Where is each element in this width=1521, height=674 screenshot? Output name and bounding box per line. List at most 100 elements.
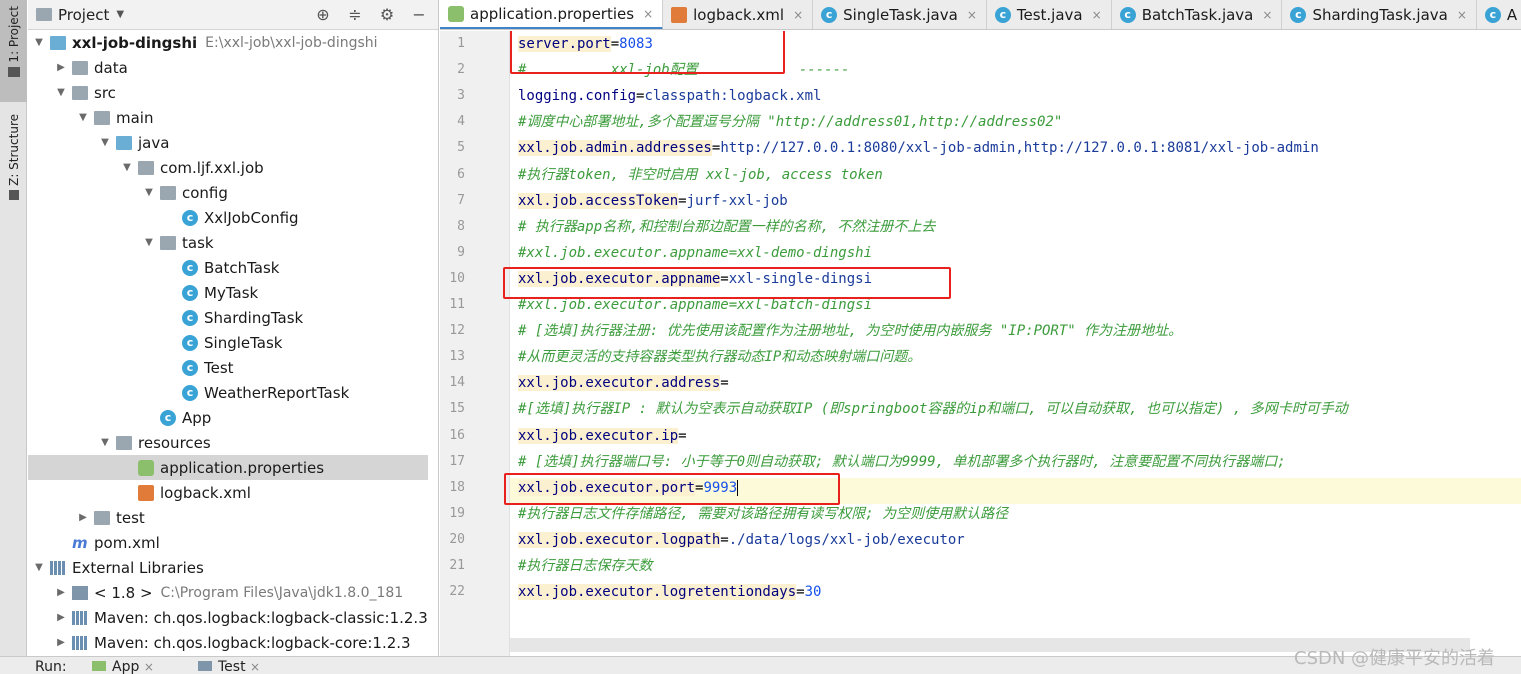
- code-line[interactable]: xxl.job.executor.address=: [518, 370, 729, 396]
- close-icon[interactable]: ×: [793, 8, 803, 22]
- close-icon[interactable]: ×: [967, 8, 977, 22]
- editor-tab-label: logback.xml: [693, 6, 785, 24]
- tree-item[interactable]: c BatchTask: [28, 255, 428, 280]
- structure-tool-tab-label: Z: Structure: [6, 114, 21, 186]
- class-icon: c: [182, 309, 198, 326]
- close-icon[interactable]: ×: [144, 660, 154, 674]
- run-tab-test[interactable]: Test ×: [198, 659, 260, 674]
- code-line[interactable]: logging.config=classpath:logback.xml: [518, 83, 821, 109]
- project-tool-tab-label: 1: Project: [6, 6, 21, 63]
- tree-item[interactable]: ▼ com.ljf.xxl.job: [28, 155, 428, 180]
- properties-file-icon: [448, 5, 464, 22]
- tree-item[interactable]: ▶ test: [28, 505, 428, 530]
- code-line[interactable]: xxl.job.executor.logretentiondays=30: [518, 579, 821, 605]
- close-icon[interactable]: ×: [643, 7, 653, 21]
- line-number: 12: [449, 323, 465, 338]
- tree-item[interactable]: ▼ resources: [28, 430, 428, 455]
- chevron-down-icon[interactable]: ▼: [142, 237, 156, 248]
- tree-item[interactable]: application.properties: [28, 455, 428, 480]
- locate-icon[interactable]: ⊕: [314, 5, 332, 24]
- code-line[interactable]: #从而更灵活的支持容器类型执行器动态IP和动态映射端口问题。: [518, 344, 921, 370]
- chevron-down-icon[interactable]: ▼: [120, 162, 134, 173]
- tree-item[interactable]: c Test: [28, 355, 428, 380]
- code-line[interactable]: #xxl.job.executor.appname=xxl-demo-dings…: [518, 240, 872, 266]
- tree-item[interactable]: m pom.xml: [28, 530, 428, 555]
- tree-item[interactable]: ▼ External Libraries: [28, 555, 428, 580]
- tree-item[interactable]: c WeatherReportTask: [28, 380, 428, 405]
- code-line[interactable]: # 执行器app名称,和控制台那边配置一样的名称, 不然注册不上去: [518, 214, 935, 240]
- xml-file-icon: [138, 484, 154, 501]
- line-number: 7: [457, 193, 465, 208]
- code-line[interactable]: #执行器日志保存天数: [518, 553, 652, 579]
- collapse-all-icon[interactable]: ≑: [346, 5, 364, 24]
- chevron-down-icon[interactable]: ▼: [54, 87, 68, 98]
- chevron-down-icon[interactable]: ▼: [98, 437, 112, 448]
- close-icon[interactable]: ×: [250, 660, 260, 674]
- tree-item[interactable]: ▼ src: [28, 80, 428, 105]
- tree-item[interactable]: ▼ main: [28, 105, 428, 130]
- structure-tool-tab[interactable]: Z: Structure: [0, 110, 27, 210]
- class-icon: c: [182, 284, 198, 301]
- code-line[interactable]: xxl.job.executor.ip=: [518, 423, 687, 449]
- editor-tab[interactable]: c SingleTask.java ×: [813, 0, 987, 29]
- jdk-icon: [72, 585, 88, 600]
- tree-item[interactable]: logback.xml: [28, 480, 428, 505]
- tree-item[interactable]: ▼ task: [28, 230, 428, 255]
- code-editor[interactable]: 1 2 3 4 5 6 7 8 9 10 11 12 13 14 15 16 17 18 19 20 21 22 serv…: [440, 31, 1521, 656]
- chevron-down-icon[interactable]: ▼: [76, 112, 90, 123]
- line-number: 1: [457, 36, 465, 51]
- tree-item[interactable]: ▶ data: [28, 55, 428, 80]
- editor-tab[interactable]: cA: [1477, 0, 1521, 29]
- editor-tab[interactable]: c Test.java ×: [987, 0, 1112, 29]
- project-tool-tab[interactable]: 1: Project: [0, 0, 27, 102]
- close-icon[interactable]: ×: [1457, 8, 1467, 22]
- tree-item[interactable]: ▼ xxl-job-dingshi E:\xxl-job\xxl-job-dings…: [28, 30, 428, 55]
- chevron-down-icon[interactable]: ▼: [32, 562, 46, 573]
- code-line[interactable]: #调度中心部署地址,多个配置逗号分隔 "http://address01,htt…: [518, 109, 1062, 135]
- run-tab-app[interactable]: App ×: [92, 659, 154, 674]
- code-line[interactable]: # [选填]执行器注册: 优先使用该配置作为注册地址, 为空时使用内嵌服务 "I…: [518, 318, 1182, 344]
- watermark: CSDN @健康平安的活着: [1294, 648, 1496, 669]
- code-line[interactable]: #[选填]执行器IP : 默认为空表示自动获取IP (即springboot容器…: [518, 396, 1348, 422]
- folder-icon: [94, 110, 110, 125]
- code-line[interactable]: xxl.job.executor.logpath=./data/logs/xxl…: [518, 527, 965, 553]
- chevron-right-icon[interactable]: ▶: [54, 62, 68, 73]
- code-line[interactable]: # [选填]执行器端口号: 小于等于0则自动获取; 默认端口为9999, 单机部…: [518, 449, 1286, 475]
- project-panel-title[interactable]: Project: [58, 6, 109, 24]
- chevron-right-icon[interactable]: ▶: [54, 587, 68, 598]
- tree-item[interactable]: c App: [28, 405, 428, 430]
- hide-icon[interactable]: −: [410, 5, 428, 24]
- tree-item[interactable]: ▶ Maven: ch.qos.logback:logback-classic:1…: [28, 605, 428, 630]
- gear-icon[interactable]: ⚙: [378, 5, 396, 24]
- chevron-right-icon[interactable]: ▶: [76, 512, 90, 523]
- chevron-down-icon[interactable]: ▼: [98, 137, 112, 148]
- property-key: logging.config: [518, 88, 637, 104]
- package-icon: [160, 235, 176, 250]
- chevron-down-icon[interactable]: ▼: [116, 9, 124, 20]
- editor-tab[interactable]: application.properties ×: [440, 0, 664, 29]
- code-line[interactable]: xxl.job.admin.addresses=http://127.0.0.1…: [518, 135, 1319, 161]
- chevron-down-icon[interactable]: ▼: [32, 37, 46, 48]
- tree-item[interactable]: c MyTask: [28, 280, 428, 305]
- code-line[interactable]: #执行器token, 非空时启用 xxl-job, access token: [518, 162, 883, 188]
- tree-item[interactable]: ▶ < 1.8 > C:\Program Files\Java\jdk1.8.0_1…: [28, 580, 428, 605]
- property-separator: =: [678, 428, 687, 444]
- close-icon[interactable]: ×: [1092, 8, 1102, 22]
- tree-item[interactable]: c XxlJobConfig: [28, 205, 428, 230]
- close-icon[interactable]: ×: [1262, 8, 1272, 22]
- line-number: 15: [449, 401, 465, 416]
- editor-tab[interactable]: c ShardingTask.java ×: [1282, 0, 1477, 29]
- editor-tab[interactable]: c BatchTask.java ×: [1112, 0, 1283, 29]
- editor-tab[interactable]: logback.xml ×: [663, 0, 814, 29]
- code-line[interactable]: xxl.job.accessToken=jurf-xxl-job: [518, 188, 788, 214]
- chevron-right-icon[interactable]: ▶: [54, 612, 68, 623]
- tree-item[interactable]: ▼ java: [28, 130, 428, 155]
- tree-item[interactable]: ▶ Maven: ch.qos.logback:logback-core:1.2.…: [28, 630, 428, 655]
- tree-item[interactable]: c ShardingTask: [28, 305, 428, 330]
- chevron-down-icon[interactable]: ▼: [142, 187, 156, 198]
- property-key: xxl.job.executor.logpath: [518, 532, 721, 548]
- tree-item[interactable]: ▼ config: [28, 180, 428, 205]
- line-number: 22: [449, 584, 465, 599]
- tree-item[interactable]: c SingleTask: [28, 330, 428, 355]
- chevron-right-icon[interactable]: ▶: [54, 637, 68, 648]
